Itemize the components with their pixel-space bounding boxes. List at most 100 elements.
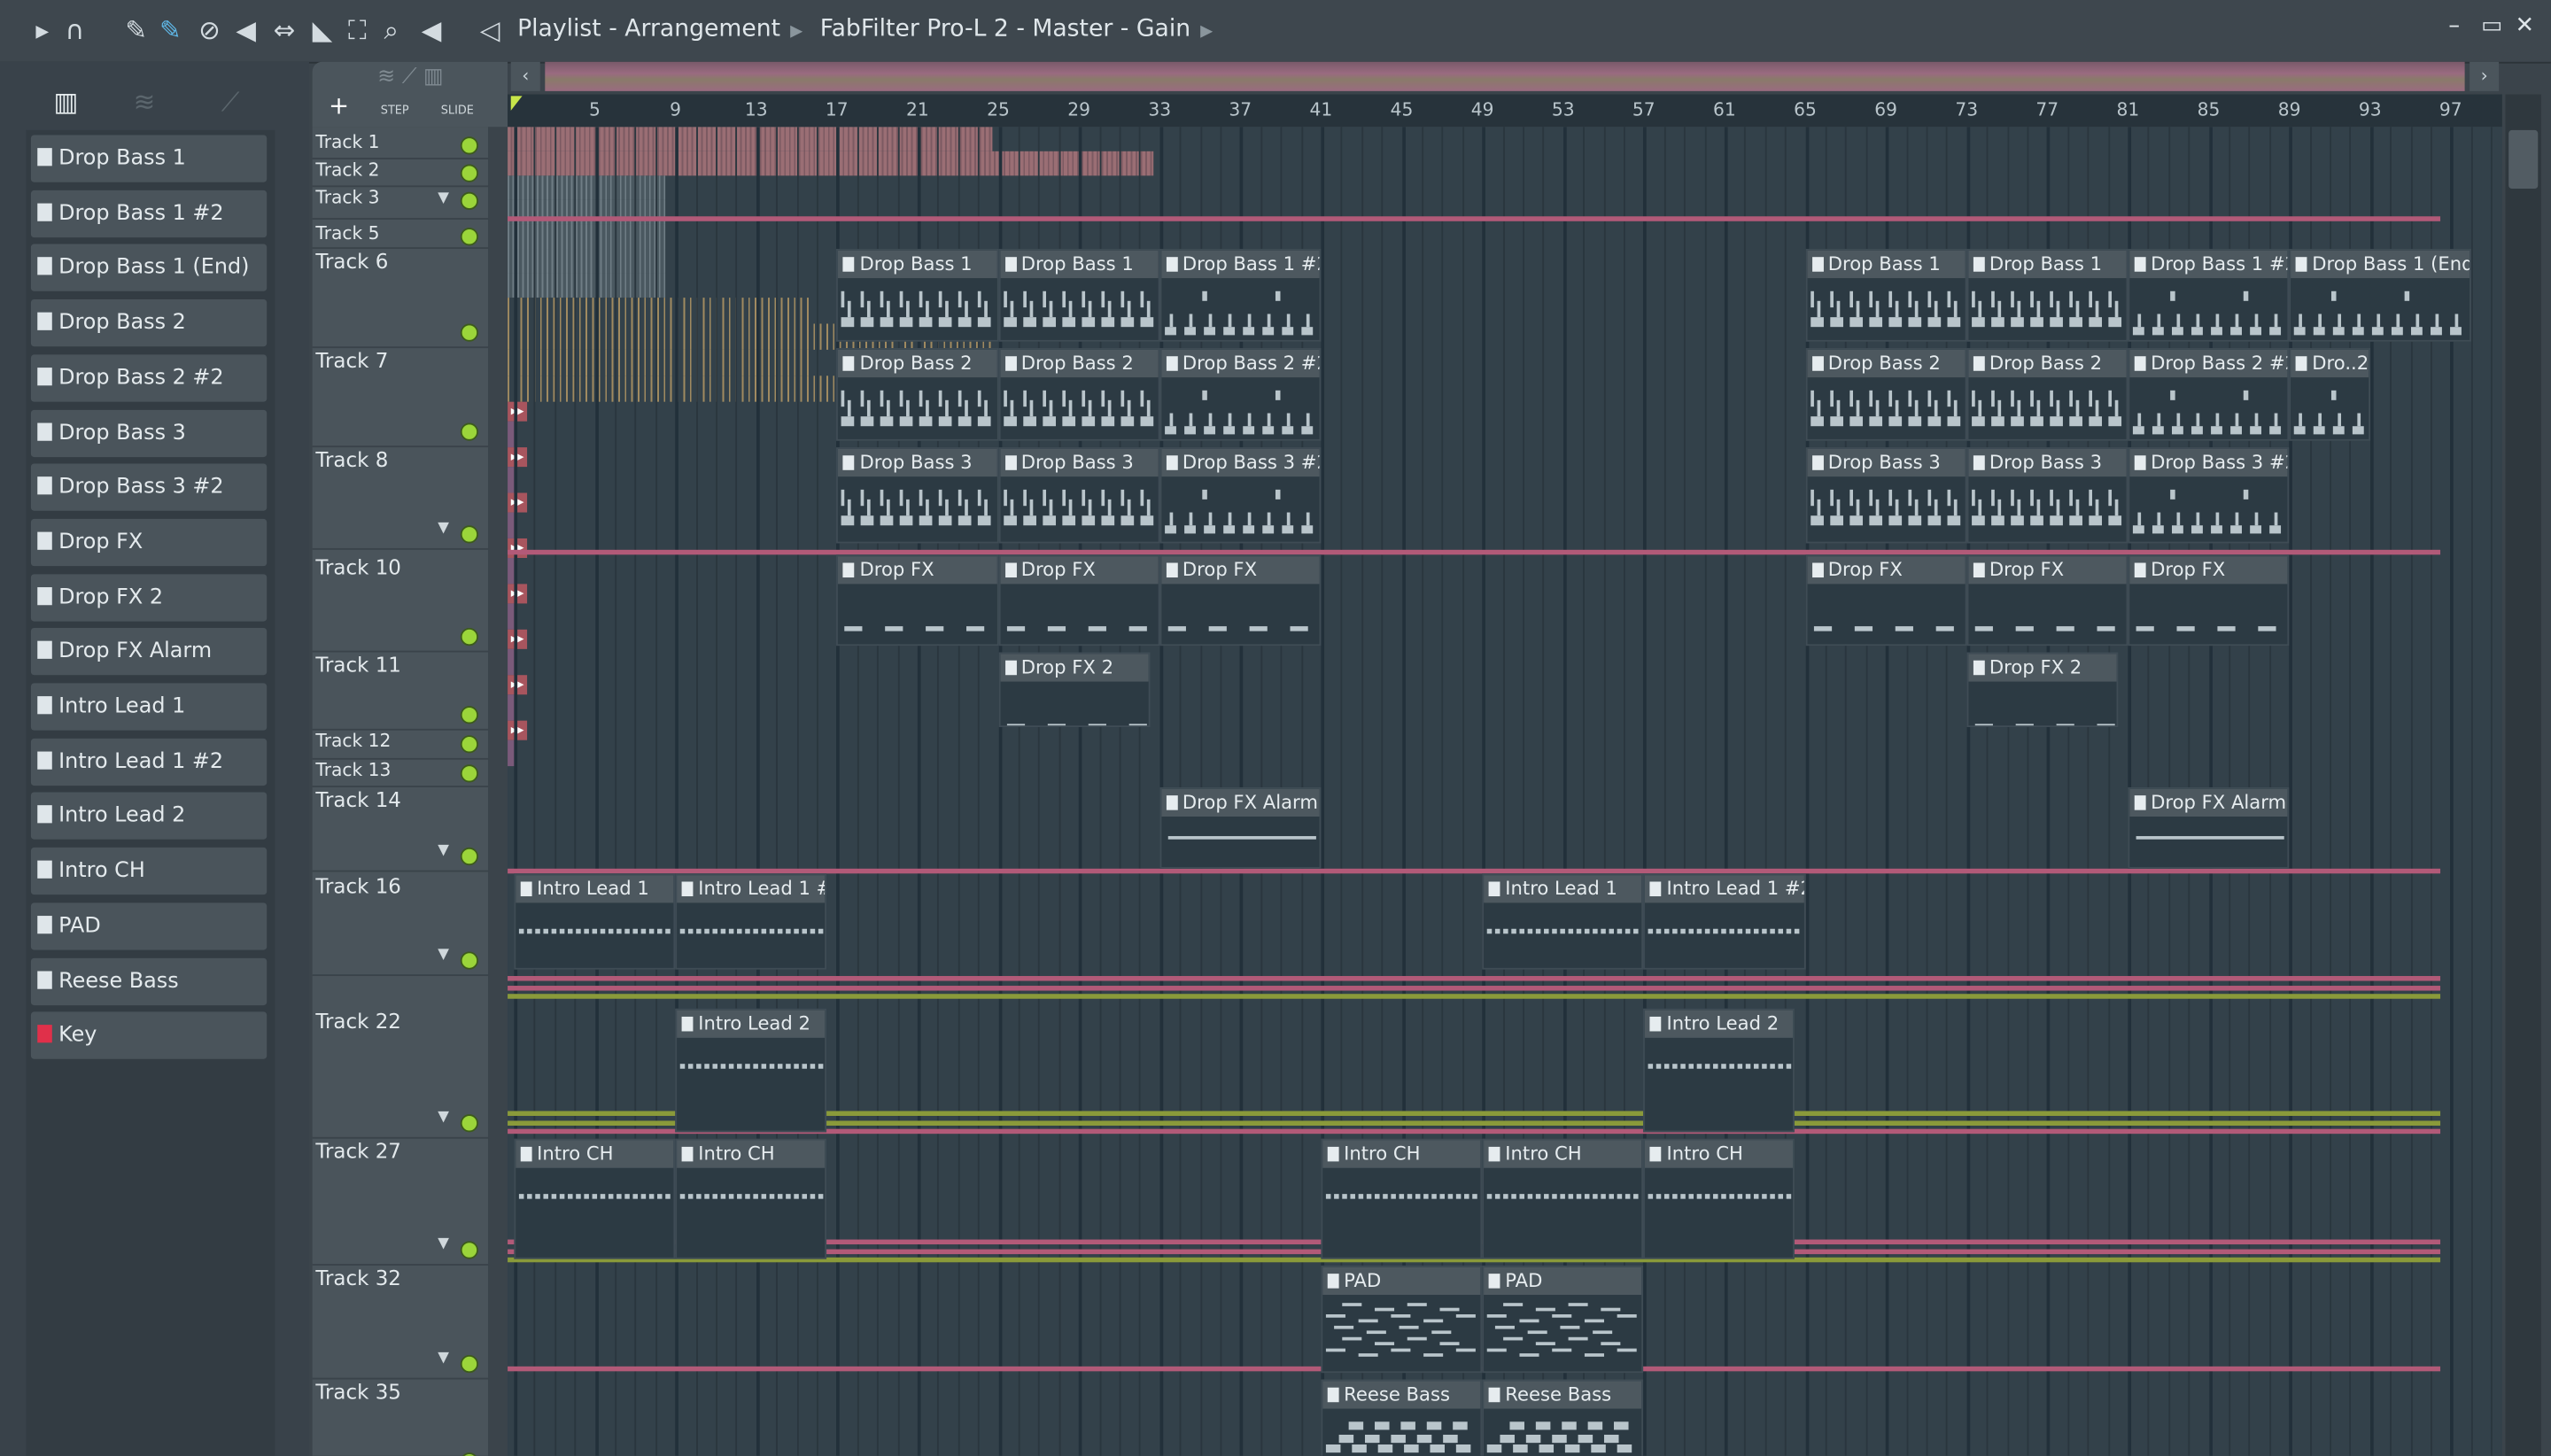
slip-icon[interactable]: ⇔ [274,15,296,45]
pattern-clip[interactable]: Drop Bass 2 [836,348,998,441]
pattern-clip[interactable]: Drop Bass 3 [1804,447,1967,544]
pattern-clip[interactable]: Intro Lead 2 [1643,1008,1795,1133]
playlist-grid[interactable]: ▸▸▸▸▸▸▸▸▸▸▸▸▸▸▸▸Drop Bass 1Drop Bass 1Dr… [508,127,2502,1456]
pattern-clip[interactable]: Intro Lead 1 #2 [1643,873,1805,970]
channel-button[interactable]: Drop Bass 1 (End) [30,244,268,292]
track-collapse-icon[interactable]: ▼ [438,521,449,537]
track-header[interactable]: Track 7 [312,346,489,448]
speaker-icon[interactable]: ◁ [480,15,500,45]
track2-audio-clip[interactable] [508,224,666,250]
minimize-icon[interactable]: – [2448,13,2460,39]
pattern-clip[interactable]: Drop FX [997,554,1160,647]
track-header[interactable]: Track 2 [312,158,489,188]
channel-button[interactable]: Drop Bass 3 #2 [30,463,268,512]
channel-button[interactable]: Intro Lead 1 [30,683,268,731]
track-enable-led[interactable] [460,764,478,783]
step-toggle[interactable]: STEP [381,105,409,118]
track-enable-led[interactable] [460,735,478,754]
pattern-clip[interactable]: Drop FX [836,554,998,647]
playhead-marker[interactable] [510,96,523,111]
track2-audio-clip[interactable] [508,249,666,274]
pattern-clip[interactable]: Intro CH [675,1138,827,1259]
scroll-left-icon[interactable]: ‹ [510,61,540,91]
channel-button[interactable]: Drop Bass 2 [30,299,268,347]
track-header[interactable]: Track 11 [312,651,489,731]
track-enable-led[interactable] [460,525,478,544]
pattern-clip[interactable]: Intro CH [1643,1138,1795,1259]
pattern-clip[interactable]: Drop Bass 1 (End) [2289,249,2471,342]
track-header[interactable]: Track 8 ▼ [312,445,489,550]
channel-button[interactable]: Drop FX Alarm [30,628,268,676]
audio-clip-icon[interactable]: ≋ ⟋ ▥ [377,65,443,89]
playback-icon[interactable]: ◀ [422,15,442,45]
overview-scrollbar[interactable] [545,61,2465,91]
track-enable-led[interactable] [460,228,478,246]
channel-button[interactable]: Drop Bass 2 #2 [30,354,268,402]
track1-automation-clip[interactable] [508,151,1153,176]
pattern-clip[interactable]: Intro Lead 1 #2 [675,873,827,970]
pattern-clip[interactable]: Reese Bass [1321,1379,1483,1456]
channel-button[interactable]: Intro Lead 1 #2 [30,738,268,786]
track-header[interactable]: Track 35 [313,1378,488,1456]
pattern-clip[interactable]: Drop Bass 1 [836,249,998,342]
pattern-clip[interactable]: Intro Lead 1 [1482,873,1644,970]
pattern-clip[interactable]: Drop FX [1159,554,1322,647]
track-enable-led[interactable] [460,1114,478,1133]
track-collapse-icon[interactable]: ▼ [438,842,449,858]
pattern-clip[interactable]: Dro..2 [2289,348,2370,441]
maximize-icon[interactable]: ▭ [2481,13,2502,39]
pattern-clip[interactable]: Drop Bass 1 [1966,249,2128,342]
track-enable-led[interactable] [460,422,478,441]
channel-button[interactable]: Key [30,1011,268,1060]
paint-icon[interactable]: ✎ [159,15,182,45]
channel-button[interactable]: PAD [30,902,268,950]
track-enable-led[interactable] [460,191,478,210]
track-header[interactable]: Track 5 [312,221,489,250]
channel-button[interactable]: Drop Bass 3 [30,408,268,457]
close-icon[interactable]: ✕ [2516,13,2535,39]
track-header[interactable]: Track 27 ▼ [312,1137,489,1266]
breadcrumb-playlist[interactable]: Playlist - Arrangement [517,16,780,42]
vertical-scrollbar[interactable] [2505,94,2541,1456]
delete-icon[interactable]: ⊘ [198,15,221,45]
pattern-clip[interactable]: Intro Lead 1 [514,873,676,970]
breadcrumb-target[interactable]: FabFilter Pro-L 2 - Master - Gain [820,16,1190,42]
piano-icon[interactable]: ▥ [54,86,79,117]
track-enable-led[interactable] [460,1354,478,1374]
track-collapse-icon[interactable]: ▼ [438,1110,449,1126]
track-collapse-icon[interactable]: ▼ [438,947,449,963]
track-enable-led[interactable] [460,706,478,724]
channel-button[interactable]: Drop FX 2 [30,573,268,621]
pattern-clip[interactable]: Drop Bass 3 #2 [1159,447,1322,544]
select-icon[interactable]: ⛶ [348,15,367,45]
track3-audio-clip[interactable] [508,349,810,376]
track-enable-led[interactable] [460,951,478,970]
pattern-clip[interactable]: Drop Bass 1 [1804,249,1967,342]
waveform-icon[interactable]: ≋ [134,86,156,117]
pattern-clip[interactable]: Drop Bass 1 #2 [1159,249,1322,342]
track-header[interactable]: Track 12 [312,729,489,760]
track-header[interactable]: Track 14 ▼ [312,786,489,872]
pattern-clip[interactable]: Drop Bass 2 [1804,348,1967,441]
channel-button[interactable]: Intro Lead 2 [30,793,268,840]
track-enable-led[interactable] [460,1241,478,1259]
timeline-ruler[interactable]: 5 9 13 17 21 25 29 33 37 41 45 49 53 57 61 65 69 73 77 81 85… [508,94,2502,128]
zoom-icon[interactable]: ⌕ [384,15,398,45]
channel-button[interactable]: Drop Bass 1 #2 [30,190,268,237]
track-collapse-icon[interactable]: ▼ [438,190,449,206]
slide-toggle[interactable]: SLIDE [441,105,474,118]
scroll-thumb[interactable] [2508,129,2539,190]
track2-audio-clip[interactable] [508,175,666,200]
pattern-clip[interactable]: Drop Bass 3 [997,447,1160,544]
pattern-clip[interactable]: Reese Bass [1482,1379,1644,1456]
track-enable-led[interactable] [460,164,478,182]
slice-icon[interactable]: ◣ [313,15,333,45]
pattern-clip[interactable]: Intro CH [1321,1138,1483,1259]
pattern-clip[interactable]: Drop Bass 2 [997,348,1160,441]
track-header[interactable]: Track 10 [312,553,489,653]
track-enable-led[interactable] [460,847,478,866]
pattern-clip[interactable]: Drop Bass 2 #2 [1159,348,1322,441]
pattern-clip[interactable]: Intro CH [514,1138,676,1259]
track-collapse-icon[interactable]: ▼ [438,1236,449,1252]
pattern-clip[interactable]: Intro Lead 2 [675,1008,827,1133]
